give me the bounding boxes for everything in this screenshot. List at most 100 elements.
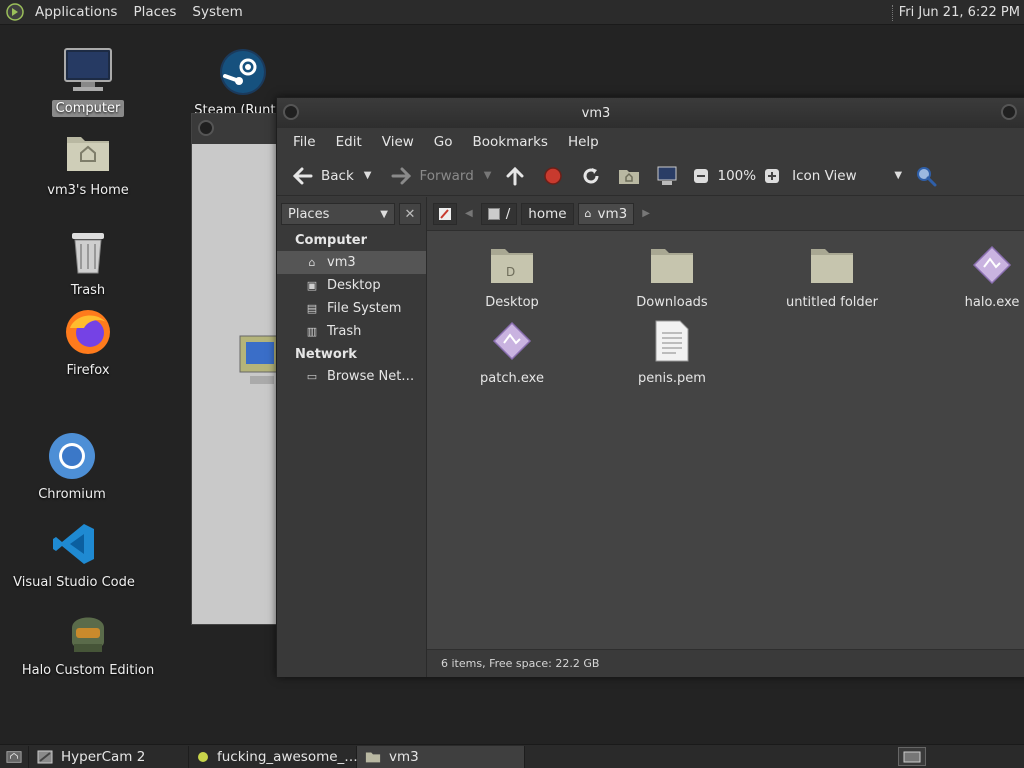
network-icon: ▭ [306,370,318,383]
menu-applications[interactable]: Applications [30,4,122,20]
desktop-icon-label: Firefox [66,363,110,378]
top-panel: Applications Places System Fri Jun 21, 6… [0,0,1024,25]
menu-view[interactable]: View [372,134,424,150]
computer-icon [62,44,114,96]
close-sidebar-button[interactable]: ✕ [399,203,421,225]
taskbar-item-vm3[interactable]: vm3 [357,745,525,768]
path-segment-home[interactable]: home [521,202,574,225]
back-arrow-icon [291,164,315,188]
desktop-icon-label: Computer [51,100,125,117]
taskbar-item-hypercam[interactable]: HyperCam 2 [29,745,189,768]
window-close-icon[interactable] [198,120,214,136]
main-pane: ◀ / home ⌂ vm3 ▶ D Desktop Downloads unt… [427,197,1024,677]
sidebar-item-file-system[interactable]: ▤ File System [277,297,426,320]
svg-text:D: D [506,265,515,279]
menu-go[interactable]: Go [424,134,463,150]
forward-history-chevron-icon[interactable]: ▼ [482,170,500,181]
mint-logo-icon[interactable] [6,3,24,21]
up-icon[interactable] [503,164,527,188]
pathbar: ◀ / home ⌂ vm3 ▶ [427,197,1024,231]
sidebar-type-select[interactable]: Places ▼ [281,203,395,225]
file-name: penis.pem [638,371,706,386]
window-title: vm3 [581,105,611,121]
zoom-in-icon[interactable] [760,164,784,188]
desktop-icon-trash[interactable]: Trash [28,226,148,299]
toggle-location-entry-button[interactable] [433,202,457,225]
file-name: halo.exe [964,295,1020,310]
sidebar-item-label: Browse Net… [327,369,415,384]
file-item[interactable]: patch.exe [437,317,587,386]
menu-bookmarks[interactable]: Bookmarks [463,134,558,150]
forward-arrow-icon [389,164,413,188]
sidebar-section-network: Network [295,347,357,362]
stop-icon[interactable] [541,164,565,188]
toolbar: Back ▼ Forward ▼ 100% Icon View ▼ [277,156,1024,196]
workspace-switcher[interactable] [898,747,926,766]
back-button[interactable]: Back [287,161,358,191]
sidebar-item-vm3[interactable]: ⌂ vm3 [277,251,426,274]
desktop-icon-home[interactable]: vm3's Home [28,126,148,199]
path-segment-label: vm3 [597,205,628,222]
file-view[interactable]: D Desktop Downloads untitled folder halo… [427,231,1024,649]
window-maximize-icon[interactable] [1001,104,1017,120]
desktop-icon-computer[interactable]: Computer [28,44,148,117]
bulb-icon [197,750,209,764]
window-titlebar[interactable]: vm3 [277,98,1024,128]
desktop-icon-label: Trash [70,283,106,298]
menu-system[interactable]: System [187,4,247,20]
desktop-icon-label: Halo Custom Edition [21,663,155,678]
file-item[interactable]: untitled folder [757,241,907,310]
path-scroll-left-icon[interactable]: ◀ [461,208,477,219]
menu-places[interactable]: Places [128,4,181,20]
halo-icon [62,606,114,658]
workspace-icon [903,751,921,762]
view-mode-label: Icon View [792,167,857,184]
sidebar-item-desktop[interactable]: ▣ Desktop [277,274,426,297]
menu-file[interactable]: File [283,134,326,150]
home-icon[interactable] [617,164,641,188]
forward-button[interactable]: Forward [385,161,477,191]
desktop-icon-label: vm3's Home [47,183,129,198]
taskbar-item-text-editor[interactable]: fucking_awesome_… [189,745,358,768]
sidebar-item-browse-network[interactable]: ▭ Browse Net… [277,365,426,388]
status-text: 6 items, Free space: 22.2 GB [441,657,600,670]
sidebar-item-label: Trash [327,324,362,339]
zoom-out-icon[interactable] [689,164,713,188]
desktop-icon-vscode[interactable]: Visual Studio Code [13,518,135,591]
taskbar-item-label: HyperCam 2 [61,748,146,765]
sidebar-type-label: Places [288,206,330,222]
desktop-icon: ▣ [306,279,318,292]
file-name: Desktop [485,295,539,310]
sidebar-item-trash[interactable]: ▥ Trash [277,320,426,343]
trash-icon [62,226,114,278]
sidebar-item-label: File System [327,301,402,316]
sidebar-item-label: Desktop [327,278,381,293]
window-close-icon[interactable] [283,104,299,120]
clock-area[interactable]: Fri Jun 21, 6:22 PM [891,0,1020,25]
desktop-icon-halo[interactable]: Halo Custom Edition [22,606,154,679]
menu-edit[interactable]: Edit [326,134,372,150]
hypercam-icon [37,750,53,764]
show-desktop-button[interactable] [0,745,29,768]
desktop-icon-chromium[interactable]: Chromium [12,430,132,503]
desktop-icon-firefox[interactable]: Firefox [28,306,148,379]
file-item[interactable]: halo.exe [917,241,1024,310]
clock[interactable]: Fri Jun 21, 6:22 PM [899,5,1020,20]
file-item[interactable]: Downloads [597,241,747,310]
file-manager-window[interactable]: vm3 File Edit View Go Bookmarks Help Bac… [276,97,1024,677]
back-label: Back [321,167,354,184]
file-item[interactable]: penis.pem [597,317,747,386]
top-menu: Applications Places System [0,0,256,25]
reload-icon[interactable] [579,164,603,188]
computer-icon[interactable] [655,164,679,188]
menu-help[interactable]: Help [558,134,609,150]
path-scroll-right-icon[interactable]: ▶ [638,208,654,219]
file-item[interactable]: D Desktop [437,241,587,310]
home-icon: ⌂ [308,256,316,269]
path-root-button[interactable]: / [480,202,518,225]
search-icon[interactable] [914,164,938,188]
path-segment-vm3[interactable]: ⌂ vm3 [577,202,635,225]
view-mode-select[interactable]: Icon View ▼ [788,161,906,191]
back-history-chevron-icon[interactable]: ▼ [362,170,382,181]
file-name: untitled folder [785,295,878,310]
